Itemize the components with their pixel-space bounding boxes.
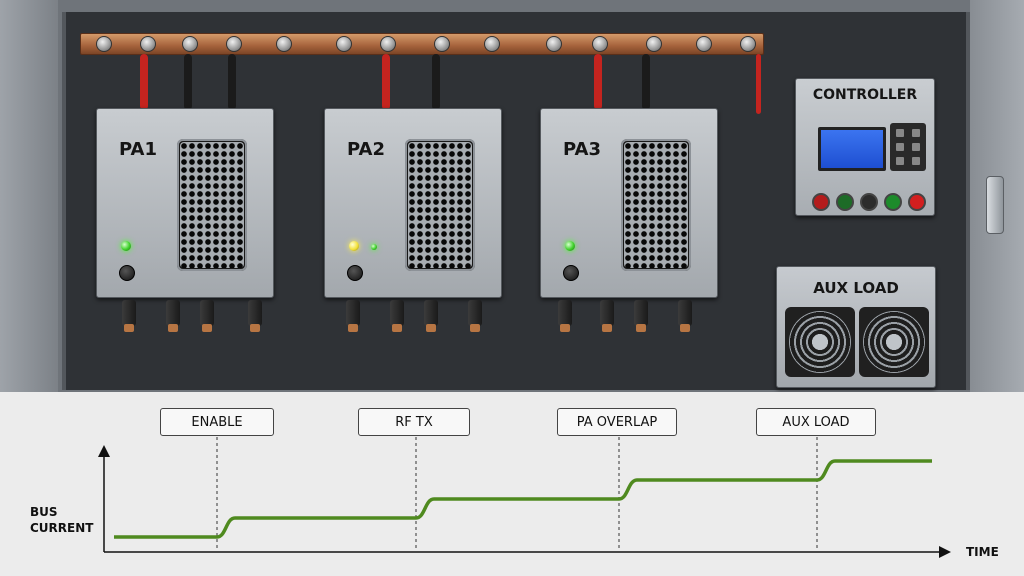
busbar-bolt [276, 36, 292, 52]
output-connector [558, 300, 572, 332]
output-connector [600, 300, 614, 332]
status-led-green [121, 241, 131, 251]
pa1-label: PA1 [119, 139, 157, 160]
aux-load-unit: AUX LOAD [776, 266, 936, 388]
aux-load-label: AUX LOAD [813, 279, 899, 297]
status-led-green-small [371, 244, 377, 250]
busbar-bolt [336, 36, 352, 52]
power-cable-positive [140, 54, 148, 110]
control-button-red[interactable] [908, 193, 926, 211]
cabinet-frame-left [0, 0, 58, 392]
status-led-green [565, 241, 575, 251]
keypad-key[interactable] [896, 129, 904, 137]
control-button-green[interactable] [884, 193, 902, 211]
pa3-module: PA3 [540, 108, 718, 298]
vent-grille [405, 139, 475, 271]
output-connector [166, 300, 180, 332]
busbar-bolt [434, 36, 450, 52]
power-cable-return [642, 54, 650, 110]
output-connector [634, 300, 648, 332]
pa1-module: PA1 [96, 108, 274, 298]
control-button-red[interactable] [812, 193, 830, 211]
output-connector [200, 300, 214, 332]
busbar-bolt [182, 36, 198, 52]
busbar-bolt [140, 36, 156, 52]
busbar-bolt [646, 36, 662, 52]
controller-feed-cable [756, 54, 761, 114]
controller-label: CONTROLLER [812, 87, 918, 103]
pa2-label: PA2 [347, 139, 385, 160]
power-cable-positive [594, 54, 602, 110]
output-connector [390, 300, 404, 332]
output-connector [346, 300, 360, 332]
pa3-label: PA3 [563, 139, 601, 160]
power-button[interactable] [563, 265, 579, 281]
busbar-bolt [226, 36, 242, 52]
keypad-key[interactable] [896, 143, 904, 151]
bus-current-line [114, 459, 932, 539]
cooling-fan-icon [859, 307, 929, 377]
vent-grille [177, 139, 247, 271]
power-cable-return [432, 54, 440, 110]
output-connector [248, 300, 262, 332]
power-button[interactable] [347, 265, 363, 281]
keypad-key[interactable] [912, 129, 920, 137]
bus-current-timeline: ENABLE RF TX PA OVERLAP AUX LOAD BUS CUR… [0, 392, 1024, 576]
output-connector [424, 300, 438, 332]
cooling-fan-icon [785, 307, 855, 377]
door-handle[interactable] [986, 176, 1004, 234]
busbar-bolt [484, 36, 500, 52]
output-connector [678, 300, 692, 332]
power-cable-return [184, 54, 192, 110]
busbar-bolt [546, 36, 562, 52]
busbar-bolt [592, 36, 608, 52]
power-cable-return [228, 54, 236, 110]
busbar-bolt [96, 36, 112, 52]
keypad-key[interactable] [912, 157, 920, 165]
keypad [890, 123, 926, 171]
controller-unit: CONTROLLER [795, 78, 935, 216]
busbar-bolt [740, 36, 756, 52]
equipment-cabinet: PA1 PA2 PA3 CONTROLLER AUX LOAD [0, 0, 1024, 392]
output-connector [468, 300, 482, 332]
power-cable-positive [382, 54, 390, 110]
keypad-key[interactable] [912, 143, 920, 151]
control-button-black[interactable] [860, 193, 878, 211]
output-connector [122, 300, 136, 332]
busbar-bolt [696, 36, 712, 52]
keypad-key[interactable] [896, 157, 904, 165]
current-plot [98, 437, 951, 558]
lcd-display [818, 127, 886, 171]
pa2-module: PA2 [324, 108, 502, 298]
control-button-green[interactable] [836, 193, 854, 211]
vent-grille [621, 139, 691, 271]
busbar-bolt [380, 36, 396, 52]
status-led-yellow [349, 241, 359, 251]
power-button[interactable] [119, 265, 135, 281]
